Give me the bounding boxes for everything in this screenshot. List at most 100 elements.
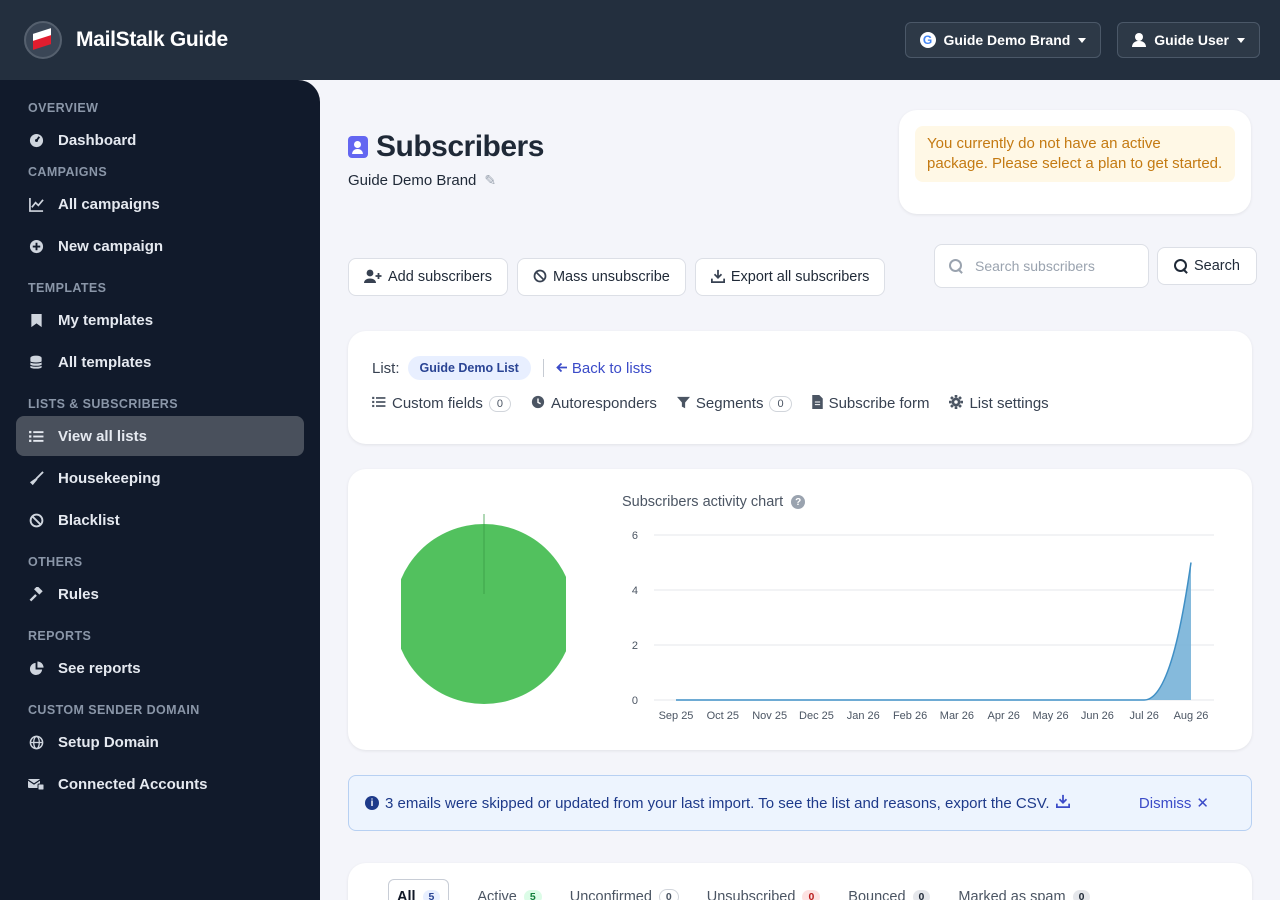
tab-unsubscribed[interactable]: Unsubscribed 0 <box>707 879 821 900</box>
sidebar-section-others: OTHERS <box>28 555 83 569</box>
custom-fields-count: 0 <box>488 395 511 412</box>
custom-fields-link[interactable]: Custom fields 0 <box>372 395 511 412</box>
x-tick-label: Jul 26 <box>1130 710 1159 722</box>
brand[interactable]: MailStalk Guide <box>24 21 228 59</box>
y-tick-label: 0 <box>632 695 638 707</box>
x-tick-label: Oct 25 <box>707 710 739 722</box>
brand-switcher-button[interactable]: G Guide Demo Brand <box>904 22 1102 58</box>
search-input[interactable] <box>975 258 1125 274</box>
search-bar: Search <box>934 244 1257 288</box>
app-name: MailStalk Guide <box>76 28 228 51</box>
mass-unsubscribe-button[interactable]: Mass unsubscribe <box>516 258 686 296</box>
sidebar-item-dashboard[interactable]: Dashboard <box>16 120 304 160</box>
autoresponders-label: Autoresponders <box>551 395 657 412</box>
tab-count: 0 <box>802 890 821 900</box>
download-csv-icon[interactable] <box>1055 794 1070 812</box>
sidebar-item-all-templates[interactable]: All templates <box>16 342 304 382</box>
sidebar-item-label: Connected Accounts <box>58 775 208 793</box>
back-to-lists-label: Back to lists <box>571 359 652 377</box>
help-icon[interactable]: ? <box>791 495 806 509</box>
area-line <box>676 562 1192 701</box>
sidebar-section-templates: TEMPLATES <box>28 281 107 295</box>
segments-link[interactable]: Segments 0 <box>676 395 792 412</box>
x-tick-label: Sep 25 <box>659 710 694 722</box>
tab-count: 5 <box>523 890 542 900</box>
sidebar-item-see-reports[interactable]: See reports <box>16 648 304 688</box>
sidebar-item-view-all-lists[interactable]: View all lists <box>16 416 304 456</box>
list-settings-label: List settings <box>969 395 1049 412</box>
user-icon <box>1132 33 1147 47</box>
area-fill <box>676 562 1191 700</box>
sidebar-item-my-templates[interactable]: My templates <box>16 300 304 340</box>
x-tick-label: Feb 26 <box>893 710 927 722</box>
sidebar-item-blacklist[interactable]: Blacklist <box>16 500 304 540</box>
tab-active[interactable]: Active 5 <box>477 879 542 900</box>
sidebar-section-domain: CUSTOM SENDER DOMAIN <box>28 703 200 717</box>
tab-label: Unconfirmed <box>569 889 652 900</box>
sidebar-item-label: My templates <box>58 311 154 329</box>
sidebar-section-overview: OVERVIEW <box>28 101 99 115</box>
export-subscribers-button[interactable]: Export all subscribers <box>694 258 886 296</box>
search-field[interactable] <box>934 244 1149 288</box>
sidebar-item-setup-domain[interactable]: Setup Domain <box>16 722 304 762</box>
dismiss-button[interactable]: Dismiss ✕ <box>1139 794 1209 813</box>
plus-circle-icon <box>28 238 44 254</box>
list-icon <box>372 396 386 411</box>
add-subscribers-button[interactable]: Add subscribers <box>348 258 508 296</box>
download-icon <box>710 269 725 286</box>
user-menu-button[interactable]: Guide User <box>1117 22 1260 58</box>
tab-label: Bounced <box>848 889 906 900</box>
tab-label: Marked as spam <box>958 889 1066 900</box>
sidebar-item-housekeeping[interactable]: Housekeeping <box>16 458 304 498</box>
import-info-alert: i 3 emails were skipped or updated from … <box>348 775 1252 831</box>
pencil-icon[interactable]: ✎ <box>484 172 496 189</box>
tab-unconfirmed[interactable]: Unconfirmed 0 <box>570 879 679 900</box>
y-tick-label: 4 <box>632 585 638 597</box>
sidebar-item-label: View all lists <box>58 427 147 445</box>
tab-all[interactable]: All 5 <box>388 879 450 900</box>
search-button[interactable]: Search <box>1157 247 1257 285</box>
info-icon: i <box>365 796 379 810</box>
tab-marked-as-spam[interactable]: Marked as spam 0 <box>958 879 1091 900</box>
database-icon <box>28 354 44 370</box>
sidebar-item-label: All campaigns <box>58 195 160 213</box>
mass-unsubscribe-label: Mass unsubscribe <box>552 269 670 285</box>
brand-switcher-label: Guide Demo Brand <box>943 32 1071 48</box>
add-subscribers-label: Add subscribers <box>388 269 492 285</box>
user-menu-label: Guide User <box>1154 32 1229 48</box>
pie-chart-icon <box>28 660 44 676</box>
autoresponders-link[interactable]: Autoresponders <box>531 395 657 412</box>
subscriber-tabs-card: All 5 Active 5 Unconfirmed 0 Unsubscribe… <box>348 863 1252 900</box>
list-name-chip[interactable]: Guide Demo List <box>407 356 531 380</box>
x-tick-label: Jun 26 <box>1081 710 1114 722</box>
tab-label: Active <box>477 889 517 900</box>
package-notice-card: You currently do not have an active pack… <box>899 110 1251 214</box>
sidebar: OVERVIEW Dashboard CAMPAIGNS All campaig… <box>0 80 320 900</box>
sidebar-item-rules[interactable]: Rules <box>16 574 304 614</box>
address-book-icon <box>348 136 368 158</box>
list-card: List: Guide Demo List Back to lists Cust… <box>348 331 1252 444</box>
tab-bounced[interactable]: Bounced 0 <box>848 879 931 900</box>
gauge-icon <box>28 132 44 148</box>
back-to-lists-link[interactable]: Back to lists <box>556 360 652 377</box>
brand-name: Guide Demo Brand <box>348 172 477 189</box>
subscribe-form-link[interactable]: Subscribe form <box>811 395 929 412</box>
sidebar-section-campaigns: CAMPAIGNS <box>28 165 108 179</box>
sidebar-item-label: See reports <box>58 659 141 677</box>
sidebar-item-label: Setup Domain <box>58 733 159 751</box>
sidebar-item-label: New campaign <box>58 237 164 255</box>
list-settings-link[interactable]: List settings <box>949 395 1049 412</box>
sidebar-item-all-campaigns[interactable]: All campaigns <box>16 184 304 224</box>
file-icon <box>811 395 823 412</box>
sidebar-item-label: Blacklist <box>58 511 120 529</box>
broom-icon <box>28 470 44 486</box>
x-tick-label: Mar 26 <box>940 710 974 722</box>
package-notice: You currently do not have an active pack… <box>915 126 1235 182</box>
sidebar-item-connected-accounts[interactable]: Connected Accounts <box>16 764 304 804</box>
gavel-icon <box>28 586 44 602</box>
sidebar-item-new-campaign[interactable]: New campaign <box>16 226 304 266</box>
search-icon <box>949 259 963 273</box>
search-button-label: Search <box>1194 258 1240 274</box>
arrow-left-icon <box>556 360 568 377</box>
status-pie-chart <box>401 514 566 704</box>
